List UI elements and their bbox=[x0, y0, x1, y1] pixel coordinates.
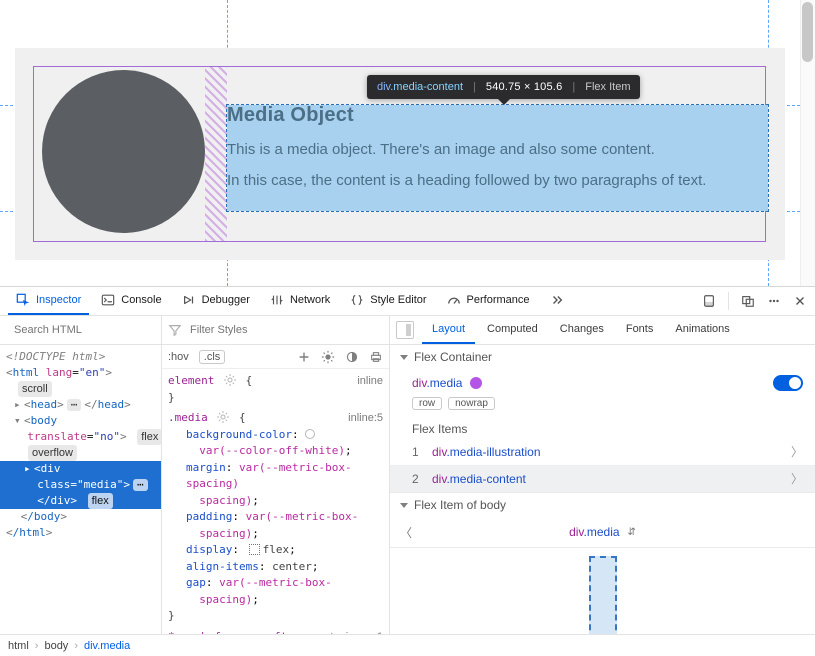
overlay-toggle[interactable] bbox=[773, 375, 803, 391]
close-icon[interactable] bbox=[793, 294, 807, 308]
layout-tab-animations[interactable]: Animations bbox=[665, 316, 739, 344]
inspector-tooltip: div.media-content | 540.75 × 105.6 | Fle… bbox=[367, 75, 640, 99]
media-illustration-circle bbox=[42, 70, 205, 233]
flex-badge[interactable]: flex bbox=[137, 429, 161, 445]
gear-icon[interactable] bbox=[217, 411, 229, 423]
flex-parent-crumb[interactable]: 〈 div.media ⇵ bbox=[390, 517, 815, 548]
dom-search-bar bbox=[0, 316, 161, 345]
dom-node[interactable]: ▾<body bbox=[0, 413, 161, 429]
dom-node[interactable]: </html> bbox=[0, 525, 161, 541]
flex-item-diagram bbox=[390, 548, 815, 634]
tab-inspector[interactable]: Inspector bbox=[8, 287, 89, 315]
page-scrollbar[interactable] bbox=[800, 0, 815, 286]
tab-label: Performance bbox=[467, 294, 530, 306]
network-icon bbox=[270, 293, 284, 307]
debugger-icon bbox=[182, 293, 196, 307]
layout-tab-fonts[interactable]: Fonts bbox=[616, 316, 664, 344]
filter-styles-input[interactable] bbox=[188, 323, 383, 337]
chevron-left-icon[interactable]: 〈 bbox=[400, 524, 412, 541]
add-rule-icon[interactable] bbox=[297, 350, 311, 364]
contrast-icon[interactable] bbox=[345, 350, 359, 364]
breadcrumb[interactable]: html› body› div.media bbox=[0, 634, 815, 656]
section-flex-item-of[interactable]: Flex Item of body bbox=[390, 493, 815, 517]
rules-list[interactable]: inlineelement { } inline:5.media { backg… bbox=[162, 369, 389, 634]
flex-row-badge: row bbox=[412, 397, 442, 410]
swap-icon: ⇵ bbox=[628, 527, 636, 538]
sidebar-toggle-icon[interactable] bbox=[396, 321, 414, 339]
tab-network[interactable]: Network bbox=[262, 287, 338, 315]
tab-console[interactable]: Console bbox=[93, 287, 169, 315]
media-content-text: Media Object This is a media object. The… bbox=[227, 104, 768, 189]
dom-node-selected[interactable]: ▸<div bbox=[0, 461, 161, 477]
chevron-right-icon: 〉 bbox=[791, 443, 803, 460]
tab-performance[interactable]: Performance bbox=[439, 287, 538, 315]
tab-label: Console bbox=[121, 294, 161, 306]
flex-item-row[interactable]: 2 div.media-content 〉 bbox=[390, 465, 815, 492]
color-dot[interactable] bbox=[470, 377, 482, 389]
light-icon[interactable] bbox=[321, 350, 335, 364]
tab-debugger[interactable]: Debugger bbox=[174, 287, 258, 315]
inspector-icon bbox=[16, 293, 30, 307]
dom-pane: <!DOCTYPE html> <html lang="en"> scroll … bbox=[0, 316, 162, 634]
page-preview: Media Object This is a media object. The… bbox=[0, 0, 815, 286]
dom-node[interactable]: </body> bbox=[0, 509, 161, 525]
print-icon[interactable] bbox=[369, 350, 383, 364]
performance-icon bbox=[447, 293, 461, 307]
dock-side-icon[interactable] bbox=[702, 294, 716, 308]
color-swatch[interactable] bbox=[305, 429, 315, 439]
section-flex-container[interactable]: Flex Container bbox=[390, 345, 815, 369]
media-paragraph: In this case, the content is a heading f… bbox=[227, 172, 768, 189]
dom-tree[interactable]: <!DOCTYPE html> <html lang="en"> scroll … bbox=[0, 345, 161, 634]
overflow-badge: overflow bbox=[28, 445, 77, 461]
media-paragraph: This is a media object. There's an image… bbox=[227, 141, 768, 158]
devtools-toolbar: Inspector Console Debugger Network Style… bbox=[0, 287, 815, 316]
tab-style-editor[interactable]: Style Editor bbox=[342, 287, 434, 315]
dock-window-icon[interactable] bbox=[741, 294, 755, 308]
flex-items-heading: Flex Items bbox=[390, 416, 815, 438]
dom-search-input[interactable] bbox=[12, 323, 158, 337]
flex-badge[interactable]: flex bbox=[88, 493, 113, 509]
chevron-right-icon: 〉 bbox=[791, 470, 803, 487]
cls-toggle[interactable]: .cls bbox=[199, 350, 226, 364]
devtools: Inspector Console Debugger Network Style… bbox=[0, 286, 815, 656]
tab-label: Debugger bbox=[202, 294, 250, 306]
layout-pane: Layout Computed Changes Fonts Animations… bbox=[390, 316, 815, 634]
dom-node[interactable]: ▸<head>⋯</head> bbox=[0, 397, 161, 413]
flex-icon[interactable] bbox=[249, 544, 260, 555]
chevron-double-right-icon bbox=[550, 293, 564, 307]
gear-icon[interactable] bbox=[224, 374, 236, 386]
scroll-badge: scroll bbox=[18, 381, 52, 397]
rules-pane: :hov .cls inlineelement { } inline:5.med… bbox=[162, 316, 390, 634]
filter-icon bbox=[168, 323, 182, 337]
flex-nowrap-badge: nowrap bbox=[448, 397, 495, 410]
flex-item-row[interactable]: 1 div.media-illustration 〉 bbox=[390, 438, 815, 465]
meatballs-icon[interactable] bbox=[767, 294, 781, 308]
console-icon bbox=[101, 293, 115, 307]
layout-tab-computed[interactable]: Computed bbox=[477, 316, 548, 344]
tab-label: Network bbox=[290, 294, 330, 306]
hov-toggle[interactable]: :hov bbox=[168, 351, 189, 363]
tab-label: Inspector bbox=[36, 294, 81, 306]
layout-tab-changes[interactable]: Changes bbox=[550, 316, 614, 344]
toolbar-overflow[interactable] bbox=[542, 287, 572, 315]
tab-label: Style Editor bbox=[370, 294, 426, 306]
media-heading: Media Object bbox=[227, 104, 768, 127]
layout-tab-layout[interactable]: Layout bbox=[422, 316, 475, 344]
style-editor-icon bbox=[350, 293, 364, 307]
flex-gap-hatch bbox=[205, 67, 227, 241]
